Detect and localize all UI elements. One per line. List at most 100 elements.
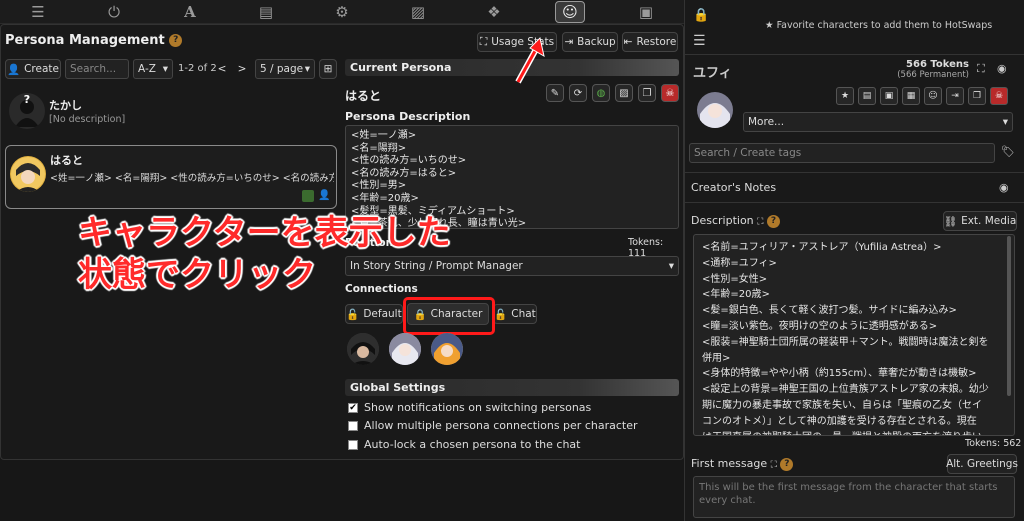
smile-icon[interactable]: ☺ xyxy=(924,87,942,105)
font-icon[interactable]: A xyxy=(175,1,205,23)
lock-open-icon: 🔓 xyxy=(346,308,360,321)
expand-icon[interactable]: ⛶ xyxy=(757,217,763,227)
persona-name: はると xyxy=(50,154,83,167)
persona-name: たかし xyxy=(49,99,82,112)
tags-search-input[interactable]: Search / Create tags xyxy=(689,143,995,163)
smile-icon[interactable]: ☺ xyxy=(555,0,585,23)
more-select[interactable]: More... ▾ xyxy=(743,112,1013,132)
skull-icon[interactable]: ☠ xyxy=(990,87,1008,105)
image-icon[interactable]: ▨ xyxy=(403,1,433,23)
option-auto-lock[interactable]: Auto-lock a chosen persona to the chat xyxy=(348,438,580,451)
avatar-silhouette-icon: ? xyxy=(15,93,39,127)
avatar-portrait-icon xyxy=(431,333,463,365)
file-import-icon: ⇤ xyxy=(623,36,633,48)
lock-open-icon: 🔓 xyxy=(494,308,508,321)
user-gear-icon[interactable]: ⚙ xyxy=(327,1,357,23)
avatar-portrait-icon xyxy=(697,92,733,128)
help-icon[interactable]: ? xyxy=(169,34,183,47)
persona-card-selected[interactable]: はると <姓=一ノ瀬> <名=陽翔> <性の読み方=いちのせ> <名の読み方=は… xyxy=(5,145,337,209)
first-message-label: First message ⛶ ? xyxy=(691,457,794,471)
sitemap-icon[interactable]: ⛶ xyxy=(977,62,985,76)
per-page-select[interactable]: 5 / page ▾ xyxy=(255,59,315,79)
avatar-portrait-icon xyxy=(347,333,379,365)
chevron-down-icon: ▾ xyxy=(1002,116,1008,128)
lock-icon[interactable]: 🔒 xyxy=(693,8,709,23)
persona-card[interactable]: ? たかし [No description] xyxy=(5,89,337,133)
character-panel: 🔒 ☰ ★ Favorite characters to add them to… xyxy=(684,0,1024,521)
link-slash-icon: ⛓ xyxy=(943,215,958,228)
user-plus-icon: 👤 xyxy=(7,63,21,76)
checkbox[interactable] xyxy=(348,439,358,450)
sliders-icon[interactable]: ☰ xyxy=(23,1,53,23)
book-icon[interactable]: ▤ xyxy=(251,1,281,23)
connected-character-avatar[interactable] xyxy=(347,333,379,365)
help-icon[interactable]: ? xyxy=(780,457,794,471)
connected-character-avatar[interactable] xyxy=(389,333,421,365)
grid-toggle-button[interactable]: ⊞ xyxy=(319,59,337,79)
id-card-icon[interactable]: ▣ xyxy=(880,87,898,105)
edit-icon[interactable]: ✎ xyxy=(546,84,564,102)
globe-icon[interactable]: ◍ xyxy=(592,84,610,102)
list-icon[interactable]: ☰ xyxy=(693,33,706,49)
option-allow-multiple[interactable]: Allow multiple persona connections per c… xyxy=(348,419,638,432)
position-select[interactable]: In Story String / Prompt Manager ▾ xyxy=(345,256,679,276)
annotation-arrow-icon xyxy=(515,37,545,84)
copy-icon[interactable]: ❐ xyxy=(638,84,656,102)
checkbox-checked[interactable]: ✔ xyxy=(348,402,358,413)
sitemap-icon: ⛶ xyxy=(479,35,488,48)
character-avatar[interactable] xyxy=(697,92,733,128)
restore-button[interactable]: ⇤ Restore xyxy=(622,32,678,52)
token-count: 566 Tokens xyxy=(906,59,969,70)
file-export-icon: ⇥ xyxy=(564,36,574,48)
cubes-icon[interactable]: ❖ xyxy=(479,1,509,23)
create-button[interactable]: 👤 Create xyxy=(5,59,61,79)
search-input[interactable]: Search... xyxy=(65,59,129,79)
eye-icon[interactable]: ◉ xyxy=(999,181,1009,194)
checkbox[interactable] xyxy=(348,420,358,431)
scrollbar[interactable] xyxy=(1007,236,1011,396)
connection-chat-button[interactable]: 🔓 Chat xyxy=(493,304,537,324)
avatar-portrait-icon xyxy=(11,157,45,192)
skull-icon[interactable]: ☠ xyxy=(661,84,679,102)
global-settings-header: Global Settings xyxy=(345,379,679,396)
image-icon[interactable]: ▨ xyxy=(615,84,633,102)
hotswap-hint: ★ Favorite characters to add them to Hot… xyxy=(765,20,993,31)
page-title: Persona Management ? xyxy=(5,33,183,48)
alt-greetings-button[interactable]: Alt. Greetings xyxy=(946,454,1018,474)
sync-icon[interactable]: ⟳ xyxy=(569,84,587,102)
copy-icon[interactable]: ❐ xyxy=(968,87,986,105)
eye-icon[interactable]: ◉ xyxy=(997,62,1007,75)
avatar xyxy=(10,156,46,192)
connected-character-avatar[interactable] xyxy=(431,333,463,365)
tags-icon[interactable]: 🏷 xyxy=(1001,145,1015,158)
lock-icon[interactable] xyxy=(302,190,314,202)
annotation-text-line2: 状態でクリック xyxy=(78,255,316,295)
plug-icon[interactable]: ⏻ xyxy=(99,1,129,23)
id-card-icon[interactable]: ▣ xyxy=(631,1,661,23)
ext-media-button[interactable]: ⛓ Ext. Media xyxy=(943,211,1017,231)
option-show-notifications[interactable]: ✔ Show notifications on switching persona… xyxy=(348,401,591,414)
user-icon[interactable]: 👤 xyxy=(318,190,330,202)
persona-description-label: Persona Description xyxy=(345,110,471,123)
book-icon[interactable]: ▤ xyxy=(858,87,876,105)
favorite-star-icon[interactable]: ★ xyxy=(836,87,854,105)
passport-icon[interactable]: ▦ xyxy=(902,87,920,105)
help-icon[interactable]: ? xyxy=(766,214,780,228)
chevron-down-icon: ▾ xyxy=(162,63,168,75)
connection-default-button[interactable]: 🔓 Default xyxy=(345,304,403,324)
description-textarea[interactable]: <名前=ユフィリア・アストレア（Yufilia Astrea）> <通称=ユフィ… xyxy=(693,234,1015,436)
page-range: 1-2 of 2 xyxy=(178,63,217,74)
expand-icon[interactable]: ⛶ xyxy=(771,460,777,470)
export-icon[interactable]: ⇥ xyxy=(946,87,964,105)
permanent-token-count: (566 Permanent) xyxy=(897,70,969,80)
persona-description: [No description] xyxy=(49,114,126,125)
first-message-textarea[interactable]: This will be the first message from the … xyxy=(693,476,1015,518)
top-navigation: ☰ ⏻ A ▤ ⚙ ▨ ❖ ☺ ▣ xyxy=(0,0,684,24)
creators-notes-label[interactable]: Creator's Notes xyxy=(691,181,776,194)
backup-button[interactable]: ⇥ Backup xyxy=(562,32,618,52)
sort-select[interactable]: A-Z ▾ xyxy=(133,59,173,79)
persona-description: <姓=一ノ瀬> <名=陽翔> <性の読み方=いちのせ> <名の読み方=はると> … xyxy=(50,173,334,184)
prev-page-button[interactable]: < xyxy=(213,59,231,79)
current-persona-name: はると xyxy=(345,89,382,103)
next-page-button[interactable]: > xyxy=(233,59,251,79)
